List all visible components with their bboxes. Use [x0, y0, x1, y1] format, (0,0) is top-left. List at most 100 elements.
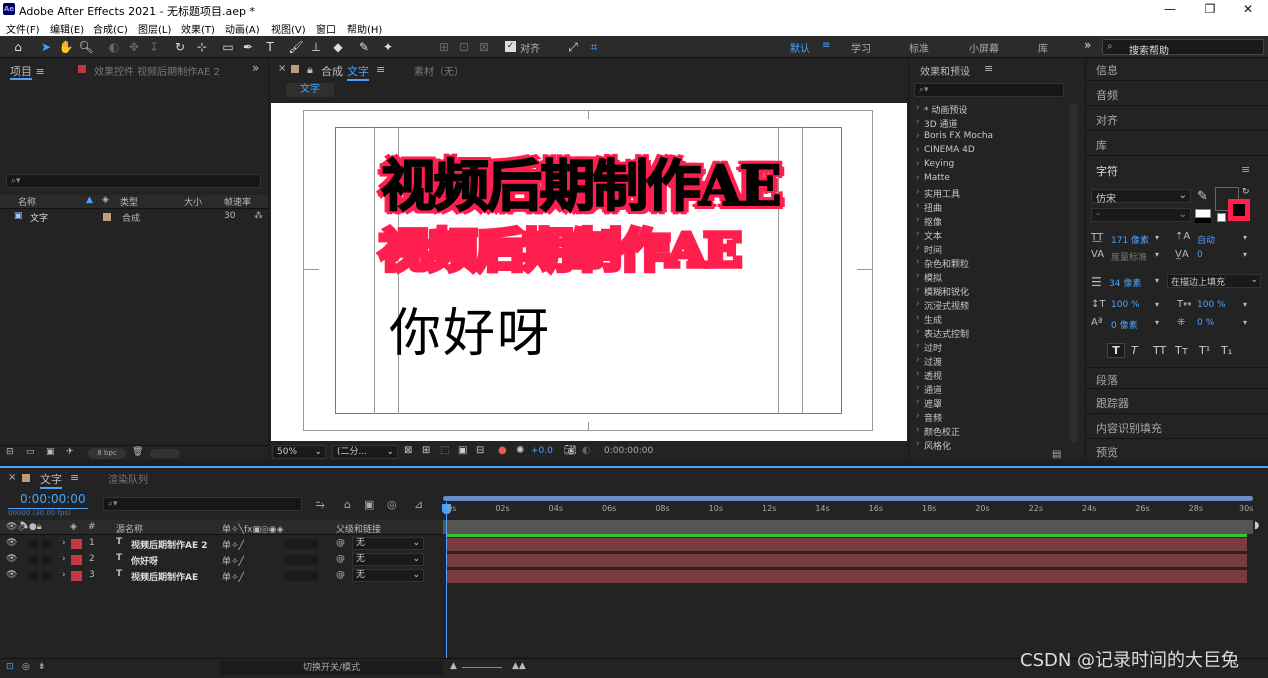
- zoom-in-tab-icon[interactable]: ◗: [1254, 520, 1266, 534]
- effect-category-item[interactable]: 通道: [924, 383, 942, 396]
- character-panel-header[interactable]: 字符: [1096, 163, 1118, 179]
- chevron-right-icon[interactable]: ›: [916, 159, 920, 169]
- help-search-input[interactable]: ⌕ 搜索帮助: [1102, 39, 1264, 57]
- layer-label-color[interactable]: [71, 555, 82, 565]
- align-checkbox[interactable]: ✓: [505, 41, 516, 52]
- chevron-right-icon[interactable]: ›: [916, 369, 920, 379]
- parent-select[interactable]: 无 ⌄: [352, 537, 424, 550]
- pen-tool-icon[interactable]: ✒: [240, 39, 256, 55]
- chevron-right-icon[interactable]: ›: [916, 229, 920, 239]
- leading-value[interactable]: 自动: [1197, 233, 1215, 246]
- effect-category-item[interactable]: 过渡: [924, 355, 942, 368]
- tab-render-queue[interactable]: 渲染队列: [108, 471, 148, 486]
- eye-icon[interactable]: 👁︎: [6, 570, 17, 580]
- comp-tab-close[interactable]: ×: [278, 63, 286, 74]
- label-column-icon[interactable]: ◈: [70, 522, 77, 532]
- puppet-pin-icon[interactable]: ✦: [380, 39, 396, 55]
- menu-file[interactable]: 文件(F): [6, 21, 40, 36]
- interpret-footage-icon[interactable]: ⊟: [6, 447, 14, 457]
- anchor-tool-icon[interactable]: ⊹: [194, 39, 210, 55]
- exposure-reset-icon[interactable]: ✺: [516, 445, 524, 456]
- timeline-timecode[interactable]: 0:00:00:00: [20, 492, 86, 506]
- col-size[interactable]: 大小: [184, 195, 202, 208]
- align-panel-header[interactable]: 对齐: [1087, 108, 1268, 131]
- sort-arrow-icon[interactable]: ▲: [86, 195, 93, 205]
- chevron-down-icon[interactable]: ▾: [1155, 250, 1159, 259]
- av-features-icon[interactable]: 👁︎🔈︎●🔒︎: [6, 522, 42, 532]
- timeline-tab-close[interactable]: ×: [8, 472, 16, 483]
- chevron-right-icon[interactable]: ›: [916, 187, 920, 197]
- layer-label-color[interactable]: [71, 539, 82, 549]
- snap-icon[interactable]: ⤢: [565, 39, 581, 55]
- chevron-right-icon[interactable]: ›: [916, 327, 920, 337]
- graph-editor-icon[interactable]: ⊿: [414, 498, 423, 511]
- chevron-right-icon[interactable]: ›: [916, 257, 920, 267]
- pick-whip-icon[interactable]: @: [336, 538, 345, 548]
- effect-category-item[interactable]: 透视: [924, 369, 942, 382]
- chevron-right-icon[interactable]: ›: [916, 201, 920, 211]
- color-channels-icon[interactable]: ●: [498, 445, 507, 456]
- chevron-down-icon[interactable]: ▾: [1243, 233, 1247, 242]
- timeline-menu-icon[interactable]: ≡: [70, 471, 79, 484]
- tsume-value[interactable]: 0 %: [1197, 318, 1214, 328]
- trash-icon[interactable]: 🗑︎: [132, 447, 143, 457]
- bpc-button[interactable]: 8 bpc: [88, 448, 126, 459]
- project-item[interactable]: ▣ 文字 合成 30 ⁂: [0, 211, 268, 224]
- menu-composition[interactable]: 合成(C): [93, 21, 128, 36]
- project-search-input[interactable]: ⌕▾: [6, 174, 261, 188]
- composition-mini-flowchart-icon[interactable]: ⥲: [316, 498, 325, 512]
- expand-icon[interactable]: ◎: [22, 662, 30, 672]
- effect-category-item[interactable]: 实用工具: [924, 187, 960, 200]
- selection-tool-icon[interactable]: ➤: [38, 39, 54, 55]
- stroke-mode-select[interactable]: 在描边上填充 ⌄: [1167, 274, 1261, 288]
- comp-breadcrumb[interactable]: 文字: [286, 83, 334, 97]
- font-style-select[interactable]: - ⌄: [1091, 208, 1191, 222]
- tab-project[interactable]: 项目 ≡: [10, 63, 45, 80]
- menu-edit[interactable]: 编辑(E): [50, 21, 84, 36]
- render-time-icon[interactable]: ⊡: [6, 662, 14, 672]
- chevron-right-icon[interactable]: ›: [916, 117, 920, 127]
- effect-category-item[interactable]: 杂色和颗粒: [924, 257, 969, 270]
- small-caps-button[interactable]: Tт: [1175, 344, 1188, 357]
- col-fps[interactable]: 帧速率: [224, 195, 251, 208]
- layer-label-color[interactable]: [71, 571, 82, 581]
- zoom-select[interactable]: 50% ⌄: [272, 445, 326, 459]
- layer-mode-switches[interactable]: [284, 539, 318, 549]
- draft-3d-icon[interactable]: ⌂: [344, 498, 351, 511]
- chevron-right-icon[interactable]: ›: [916, 425, 920, 435]
- expand-chevron-icon[interactable]: ›: [62, 570, 66, 580]
- world-axis-icon[interactable]: ⊡: [456, 39, 472, 55]
- rotate-tool-icon[interactable]: ↻: [172, 39, 188, 55]
- guides-icon[interactable]: ⊟: [476, 445, 484, 456]
- stroke-color-swatch[interactable]: [1228, 199, 1250, 221]
- toggle-switches-modes[interactable]: 切换开关/模式: [220, 661, 443, 675]
- tab-footage[interactable]: 素材（无）: [414, 63, 464, 78]
- lock-toggle[interactable]: [42, 555, 52, 565]
- expand-chevron-icon[interactable]: ›: [62, 554, 66, 564]
- chevron-right-icon[interactable]: ›: [916, 131, 920, 141]
- comp-text-layer-2[interactable]: 视频后期制作AE: [376, 215, 745, 280]
- chevron-right-icon[interactable]: ›: [916, 411, 920, 421]
- timeline-layer-row[interactable]: 👁︎ › 1 T 视频后期制作AE 2 单✧╱ @ 无 ⌄: [0, 536, 1268, 552]
- expand-chevron-icon[interactable]: ›: [62, 538, 66, 548]
- camera-orbit-icon[interactable]: ◐: [106, 39, 122, 55]
- zoom-out-icon[interactable]: ▲: [450, 661, 457, 671]
- maximize-button[interactable]: ❐: [1190, 0, 1230, 19]
- comp-text-layer-1[interactable]: 视频后期制作AE: [380, 141, 783, 221]
- no-color-swatch[interactable]: [1217, 213, 1226, 222]
- layer-name[interactable]: 视频后期制作AE: [131, 570, 198, 583]
- effect-category-item[interactable]: 音频: [924, 411, 942, 424]
- baseline-shift-value[interactable]: 0 像素: [1111, 318, 1138, 331]
- close-button[interactable]: ✕: [1228, 0, 1268, 19]
- chevron-down-icon[interactable]: ▾: [1243, 300, 1247, 309]
- hide-shy-layers-icon[interactable]: ▣: [364, 498, 374, 511]
- time-navigator[interactable]: [443, 520, 1253, 534]
- camera-pan-icon[interactable]: ✥: [126, 39, 142, 55]
- zoom-in-icon[interactable]: ▲▲: [512, 661, 526, 671]
- menu-effect[interactable]: 效果(T): [181, 21, 215, 36]
- effect-category-item[interactable]: 生成: [924, 313, 942, 326]
- library-panel-header[interactable]: 库: [1087, 133, 1268, 156]
- switches-icons[interactable]: 单✧╲fx▣◎◉◈: [222, 522, 284, 535]
- effect-category-item[interactable]: Keying: [924, 159, 954, 169]
- col-source-name[interactable]: 源名称: [116, 522, 143, 535]
